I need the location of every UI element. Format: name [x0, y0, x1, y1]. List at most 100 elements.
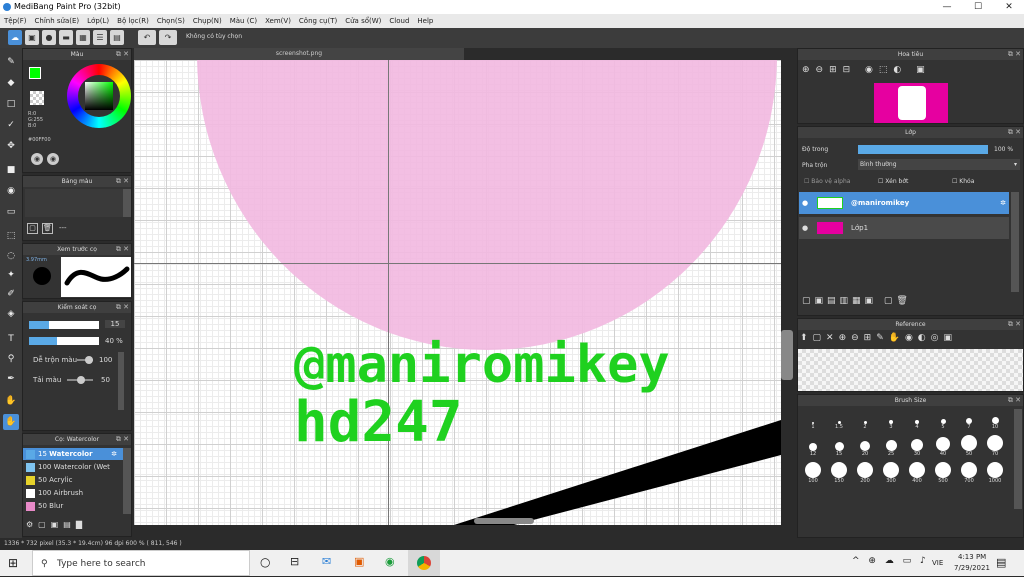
size-value[interactable]: 15 [105, 320, 125, 328]
panel-close-icon[interactable]: ⧉ ✕ [116, 302, 129, 313]
menu-file[interactable]: Tệp(F) [0, 14, 31, 28]
size-slider[interactable] [29, 321, 99, 329]
transparent-swatch[interactable] [30, 91, 44, 105]
select-pen-icon[interactable]: ✐ [3, 286, 19, 302]
cloud-icon[interactable]: ☁ [8, 30, 22, 45]
brush-size-option[interactable]: 20 [854, 436, 876, 461]
color-square[interactable] [85, 82, 113, 110]
brush-size-option[interactable]: 40 [932, 436, 954, 461]
mail-icon[interactable]: ✉ [322, 555, 331, 568]
brush-item-watercolor[interactable]: 15 Watercolor ✲ [23, 448, 131, 460]
opacity-slider[interactable] [29, 337, 99, 345]
visibility-icon[interactable]: ● [802, 192, 808, 214]
brush-size-option[interactable]: 15 [828, 436, 850, 461]
pan-tool-icon[interactable]: ✋ [3, 414, 19, 430]
primary-color-swatch[interactable] [29, 67, 41, 79]
undo-icon[interactable]: ↶ [138, 30, 156, 45]
brush-size-option[interactable]: 7 [958, 409, 980, 434]
reference-area[interactable] [798, 349, 1023, 391]
close-button[interactable]: ✕ [994, 0, 1024, 14]
comment-icon[interactable]: ● [42, 30, 56, 45]
layer-blend-select[interactable]: Bình thường ▾ [858, 159, 1020, 170]
hand-tool-icon[interactable]: ✋ [3, 393, 19, 409]
brush-size-option[interactable]: 1 [802, 409, 824, 434]
brush-size-option[interactable]: 10 [984, 409, 1006, 434]
brush-size-option[interactable]: 12 [802, 436, 824, 461]
color-wheel[interactable] [67, 64, 131, 128]
maximize-button[interactable]: ☐ [963, 0, 993, 14]
menu-layer[interactable]: Lớp(L) [83, 14, 113, 28]
brush-size-option[interactable]: 1.5 [828, 409, 850, 434]
rect-select-tool-icon[interactable]: □ [3, 96, 19, 112]
gradient-tool-icon[interactable]: ▭ [3, 204, 19, 220]
lasso-tool-icon[interactable]: ◌ [3, 248, 19, 264]
minimize-button[interactable]: — [932, 0, 962, 14]
layer-row-layer1[interactable]: ● Lớp1 [799, 217, 1009, 239]
brush-size-option[interactable]: 200 [854, 462, 876, 488]
reference-toolbar[interactable]: ⬆▢✕⊕⊖⊞✎✋◉◐◎▣ [800, 333, 957, 343]
brush-item-airbrush[interactable]: 100 Airbrush [23, 487, 131, 499]
brush-size-scrollbar[interactable] [1014, 409, 1022, 509]
brush-item-acrylic[interactable]: 50 Acrylic [23, 474, 131, 486]
magic-wand-icon[interactable]: ✦ [3, 267, 19, 283]
brush-size-option[interactable]: 30 [906, 436, 928, 461]
canvas-v-scrollbar[interactable] [781, 330, 793, 380]
palette-area[interactable] [25, 189, 123, 217]
eraser-tool-icon[interactable]: ◆ [3, 75, 19, 91]
brush-size-option[interactable]: 5 [932, 409, 954, 434]
brush-size-option[interactable]: 400 [906, 462, 928, 488]
operation-tool-icon[interactable]: ⚲ [3, 351, 19, 367]
delete-palette-icon[interactable]: 🗑 [42, 223, 53, 234]
lock-checkbox[interactable]: ☐ Khóa [952, 178, 974, 185]
brush-item-blur[interactable]: 50 Blur [23, 500, 131, 512]
canvas[interactable]: @maniromikey hd247 [134, 60, 781, 525]
task-view-icon[interactable]: ○ [260, 555, 270, 569]
move-tool-icon[interactable]: ✥ [3, 138, 19, 154]
search-box[interactable]: ⚲ Type here to search [32, 550, 250, 576]
gear-icon[interactable]: ✲ [1000, 192, 1006, 214]
menu-edit[interactable]: Chỉnh sửa(E) [31, 14, 84, 28]
menu-view[interactable]: Xem(V) [261, 14, 295, 28]
clip-checkbox[interactable]: ☐ Xén bớt [878, 178, 908, 185]
navigator-thumbnail[interactable] [874, 83, 948, 123]
shape-tool-icon[interactable]: ■ [3, 162, 19, 178]
alpha-protect-checkbox[interactable]: ☐ Bảo vệ alpha [804, 178, 850, 185]
menu-window[interactable]: Cửa sổ(W) [341, 14, 385, 28]
panel-close-icon[interactable]: ⧉ ✕ [116, 49, 129, 60]
layer-opacity-slider[interactable] [858, 145, 988, 154]
color-picker-icon[interactable]: ◉ [47, 153, 59, 165]
panel-close-icon[interactable]: ⧉ ✕ [116, 434, 129, 445]
brush-size-option[interactable]: 150 [828, 462, 850, 488]
medibang-icon[interactable]: ◉ [385, 555, 395, 568]
brush-tool-icon[interactable]: ✎ [3, 54, 19, 70]
brush-list-actions[interactable]: ⚙▢▣▤▇ [26, 520, 87, 529]
palette-scrollbar[interactable] [123, 189, 131, 217]
panel-close-icon[interactable]: ⧉ ✕ [1008, 49, 1021, 60]
menu-select[interactable]: Chọn(S) [153, 14, 189, 28]
brush-item-watercolor-wet[interactable]: 100 Watercolor (Wet [23, 461, 131, 473]
panel-close-icon[interactable]: ⧉ ✕ [1008, 395, 1021, 406]
menu-help[interactable]: Help [413, 14, 437, 28]
panel-close-icon[interactable]: ⧉ ✕ [1008, 319, 1021, 330]
chat-icon[interactable]: ▬ [59, 30, 73, 45]
gear-icon[interactable]: ✲ [111, 448, 117, 460]
canvas-h-scrollbar[interactable] [474, 518, 534, 524]
widgets-icon[interactable]: ⊟ [290, 555, 299, 568]
select-eraser-icon[interactable]: ◈ [3, 306, 19, 322]
chrome-taskbar-button[interactable] [408, 550, 440, 576]
brush-list-scrollbar[interactable] [123, 448, 131, 514]
brush-size-option[interactable]: 70 [984, 435, 1006, 461]
select-tool-icon[interactable]: ⬚ [3, 228, 19, 244]
blend-slider-thumb[interactable] [85, 356, 93, 364]
brush-size-option[interactable]: 300 [880, 462, 902, 488]
canvas-tab[interactable]: screenshot.png [134, 48, 464, 60]
color-mode-icon[interactable]: ◉ [31, 153, 43, 165]
list-icon[interactable]: ☰ [93, 30, 107, 45]
text-tool-icon[interactable]: T [3, 331, 19, 347]
menu-tools[interactable]: Công cụ(T) [295, 14, 341, 28]
panel-close-icon[interactable]: ⧉ ✕ [116, 176, 129, 187]
brush-size-option[interactable]: 700 [958, 462, 980, 488]
layer-actions[interactable]: ▢▣▤▥▦▣ ▢🗑 [802, 296, 912, 306]
brush-size-option[interactable]: 1000 [984, 462, 1006, 488]
brush-size-option[interactable]: 25 [880, 436, 902, 461]
